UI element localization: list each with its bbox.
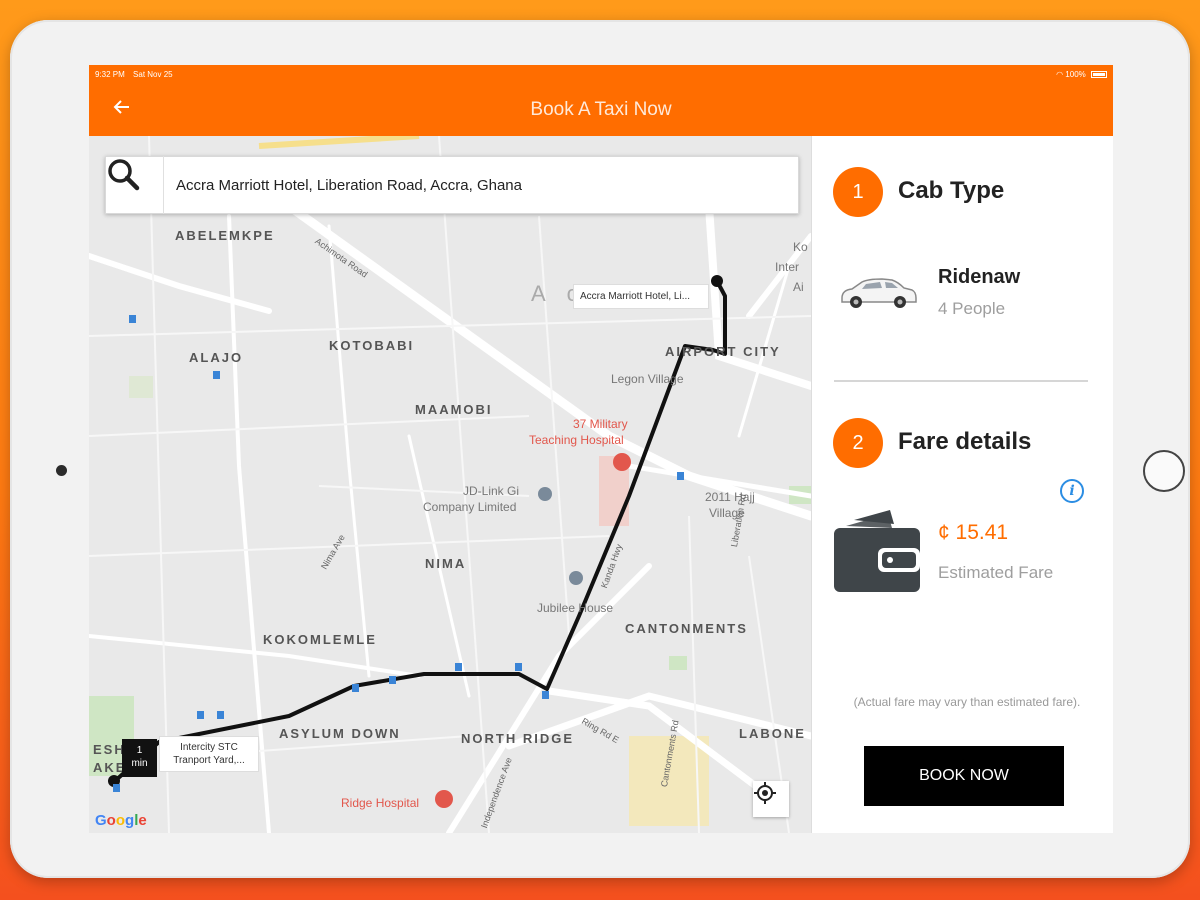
app-screen: 9:32 PM Sat Nov 25 ◠ 100% Book A Taxi No… xyxy=(89,65,1113,833)
app-bar: Book A Taxi Now xyxy=(89,83,1113,136)
search-bar[interactable] xyxy=(105,156,799,214)
wifi-icon: ◠ xyxy=(1056,69,1064,79)
map-label-abelemkpe: ABELEMKPE xyxy=(175,228,275,243)
origin-callout[interactable]: Intercity STC Tranport Yard,... xyxy=(159,736,259,772)
map-label-jubilee-house: Jubilee House xyxy=(537,601,614,615)
crosshair-icon[interactable] xyxy=(753,781,789,817)
info-icon[interactable]: i xyxy=(1060,479,1084,503)
map-label-jd-link-2: Company Limited xyxy=(423,500,517,514)
map-label-labone: LABONE xyxy=(739,726,806,741)
step-1-badge: 1 xyxy=(833,167,883,217)
map-label-jd-link-1: JD-Link Gi xyxy=(463,484,520,498)
status-bar: 9:32 PM Sat Nov 25 ◠ 100% xyxy=(89,65,1113,83)
eta-unit: min xyxy=(131,758,148,769)
search-icon[interactable] xyxy=(106,156,164,214)
step-2-badge: 2 xyxy=(833,418,883,468)
battery-level: 100% xyxy=(1065,69,1086,79)
fare-disclaimer: (Actual fare may vary than estimated far… xyxy=(853,695,1081,709)
cab-option[interactable] xyxy=(812,246,1113,346)
map-label-legon-village: Legon Village xyxy=(611,372,684,386)
google-logo: Google xyxy=(95,812,147,829)
map-label-kotobabi: KOTOBABI xyxy=(329,338,415,353)
map-label-airport-city: AIRPORT CITY xyxy=(665,344,781,359)
page-title: Book A Taxi Now xyxy=(530,98,672,120)
eta-badge: 1 min xyxy=(122,739,157,777)
fare-label: Estimated Fare xyxy=(938,563,1054,582)
step-1-title: Cab Type xyxy=(898,177,1005,204)
map-label-military-hospital-1: 37 Military xyxy=(573,417,628,431)
status-date: Sat Nov 25 xyxy=(133,69,173,79)
map-label-ridge-hospital: Ridge Hospital xyxy=(341,796,420,810)
map-label-north-ridge: NORTH RIDGE xyxy=(461,731,574,746)
home-button[interactable] xyxy=(1143,450,1185,492)
map-label-kotoka-1: Ko xyxy=(793,240,808,254)
wallet-icon xyxy=(834,510,920,592)
fare-amount: ¢ 15.41 xyxy=(938,521,1009,544)
car-icon xyxy=(841,278,917,308)
map-label-kotoka-3: Ai xyxy=(793,280,804,294)
search-input[interactable] xyxy=(176,176,776,194)
map-label-asylum-down: ASYLUM DOWN xyxy=(279,726,401,741)
map-label-kotoka-2: Inter xyxy=(775,260,800,274)
map-label-cantonments: CANTONMENTS xyxy=(625,621,748,636)
destination-callout[interactable]: Accra Marriott Hotel, Li... xyxy=(573,284,709,309)
map-label-alajo: ALAJO xyxy=(189,350,244,365)
map-label-maamobi: MAAMOBI xyxy=(415,402,493,417)
eta-value: 1 xyxy=(136,745,143,756)
section-divider xyxy=(834,380,1088,382)
arrow-left-icon[interactable] xyxy=(107,95,137,125)
battery-icon xyxy=(1091,70,1107,78)
origin-callout-line1: Intercity STC xyxy=(180,742,238,753)
origin-callout-line2: Tranport Yard,... xyxy=(173,755,245,766)
map-label-kokomlemle: KOKOMLEMLE xyxy=(263,632,377,647)
route-map[interactable]: ABELEMKPE KOTOBABI ALAJO MAAMOBI NIMA KO… xyxy=(89,136,811,833)
booking-panel: 1 Cab Type Ridenaw 4 People 2 Fare detai… xyxy=(811,136,1113,833)
map-label-nima: NIMA xyxy=(425,556,467,571)
map-label-military-hospital-2: Teaching Hospital xyxy=(529,433,624,447)
front-camera xyxy=(56,465,67,476)
book-now-button[interactable]: BOOK NOW xyxy=(864,746,1064,806)
cab-name: Ridenaw xyxy=(938,266,1021,288)
cab-capacity: 4 People xyxy=(938,299,1006,318)
step-2-title: Fare details xyxy=(898,428,1032,455)
status-time: 9:32 PM xyxy=(95,69,125,79)
